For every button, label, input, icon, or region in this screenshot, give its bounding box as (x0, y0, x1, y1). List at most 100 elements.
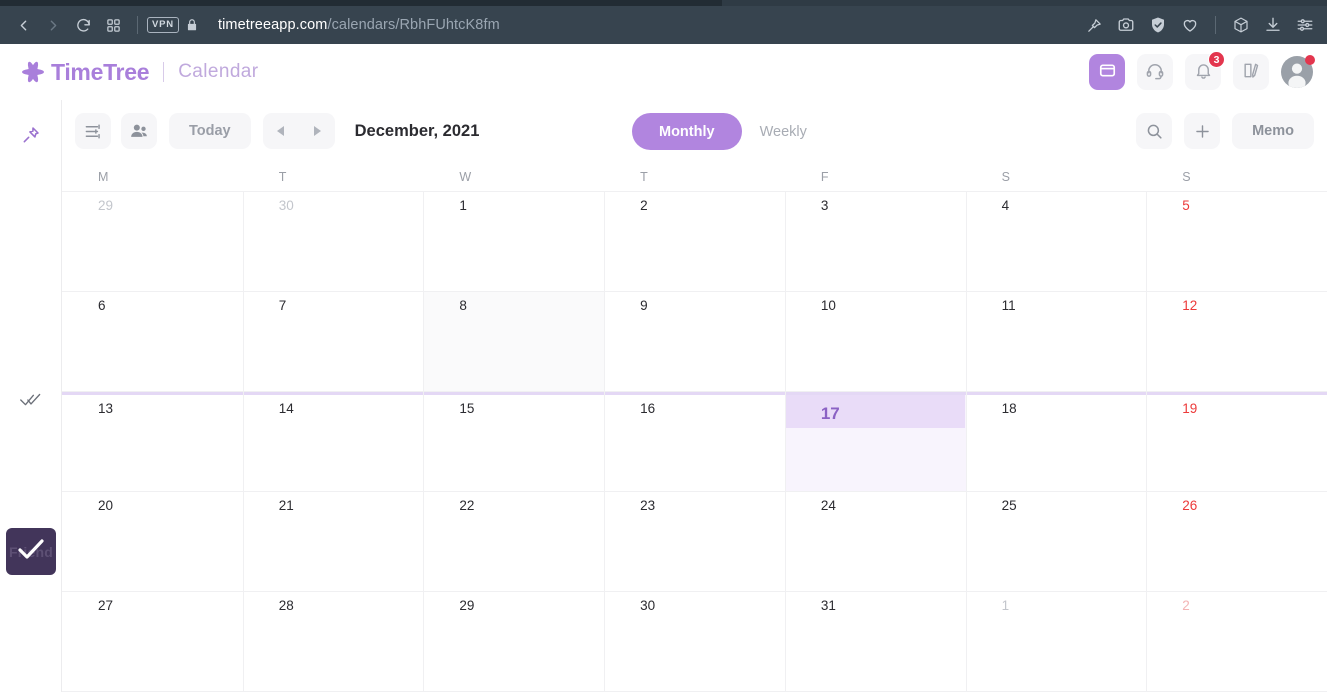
memo-button[interactable]: Memo (1232, 113, 1314, 149)
brand-name: TimeTree (51, 58, 150, 85)
day-number: 26 (1182, 498, 1198, 513)
lock-icon[interactable] (179, 10, 205, 40)
day-number: 31 (820, 598, 836, 613)
people-icon[interactable] (121, 113, 157, 149)
month-title: December, 2021 (354, 121, 480, 140)
day-number: 17 (820, 404, 840, 423)
day-number: 28 (278, 598, 294, 613)
friend-chip[interactable]: Friend (6, 528, 56, 575)
day-number: 6 (98, 298, 106, 313)
filter-sliders-icon[interactable] (75, 113, 111, 149)
calendar-week-row: 29 30 1 2 3 4 5 (62, 192, 1327, 292)
notifications-button[interactable]: 3 (1185, 51, 1225, 90)
toolbar-actions: Memo (1136, 113, 1314, 149)
day-number: 25 (1001, 498, 1017, 513)
calendar-toolbar: Today December, 2021 Monthly Weekly Memo (62, 100, 1327, 162)
day-cell[interactable]: 31 (785, 592, 966, 691)
day-cell[interactable]: 29 (62, 192, 243, 291)
day-cell[interactable]: 26 (1146, 492, 1327, 591)
day-cell[interactable]: 20 (62, 492, 243, 591)
header-actions: 3 (1089, 44, 1315, 100)
notes-button[interactable] (1233, 54, 1269, 90)
day-number: 30 (640, 598, 656, 613)
day-number: 29 (459, 598, 475, 613)
avatar[interactable] (1281, 55, 1315, 88)
next-month-button[interactable] (299, 113, 335, 149)
plus-icon[interactable] (1184, 113, 1221, 149)
day-cell[interactable]: 12 (1146, 292, 1327, 391)
day-cell[interactable]: 1 (423, 192, 604, 291)
brand-logo[interactable]: TimeTree Calendar (20, 44, 259, 100)
tab-weekly[interactable]: Weekly (760, 124, 807, 140)
day-cell[interactable]: 23 (604, 492, 785, 591)
brand-divider (163, 62, 165, 82)
column-divider (965, 192, 967, 692)
day-cell[interactable]: 27 (62, 592, 243, 691)
day-cell[interactable]: 6 (62, 292, 243, 391)
day-cell[interactable]: 13 (62, 395, 243, 491)
day-cell[interactable]: 17 (784, 395, 966, 491)
day-cell[interactable]: 5 (1146, 192, 1327, 291)
day-number: 29 (98, 198, 114, 213)
day-number: 15 (459, 401, 475, 416)
day-cell[interactable]: 11 (966, 292, 1147, 391)
day-cell[interactable]: 16 (604, 395, 785, 491)
month-nav-group (262, 113, 335, 149)
day-cell[interactable]: 30 (243, 192, 424, 291)
day-cell[interactable]: 1 (966, 592, 1147, 691)
double-check-icon[interactable] (16, 388, 46, 412)
download-icon[interactable] (1257, 10, 1289, 40)
brand-subtitle: Calendar (178, 61, 259, 82)
day-cell[interactable]: 18 (966, 395, 1147, 491)
day-cell[interactable]: 19 (1146, 395, 1327, 491)
day-cell[interactable]: 24 (785, 492, 966, 591)
heart-icon[interactable] (1174, 10, 1206, 40)
browser-chrome: VPN timetreeapp.com/calendars/RbhFUhtcK8… (0, 0, 1327, 44)
day-cell[interactable]: 4 (966, 192, 1147, 291)
vpn-badge[interactable]: VPN (147, 17, 179, 33)
day-cell[interactable]: 7 (243, 292, 424, 391)
cube-icon[interactable] (1225, 10, 1257, 40)
prev-month-button[interactable] (263, 113, 299, 149)
grid-icon[interactable] (98, 10, 128, 40)
day-cell[interactable]: 9 (604, 292, 785, 391)
pin-icon[interactable] (16, 120, 46, 150)
support-button[interactable] (1137, 54, 1173, 90)
back-icon[interactable] (8, 10, 38, 40)
day-number: 2 (640, 198, 648, 213)
day-cell[interactable]: 22 (423, 492, 604, 591)
day-cell[interactable]: 3 (785, 192, 966, 291)
calendar-week-row: 20 21 22 23 24 25 26 (62, 492, 1327, 592)
column-divider (604, 192, 606, 692)
day-number: 7 (278, 298, 287, 313)
today-button[interactable]: Today (169, 113, 251, 149)
day-cell[interactable]: 28 (243, 592, 424, 691)
tab-monthly[interactable]: Monthly (632, 113, 742, 150)
day-cell[interactable]: 15 (423, 395, 604, 491)
camera-icon[interactable] (1110, 10, 1142, 40)
search-icon[interactable] (1136, 113, 1173, 149)
url-display[interactable]: timetreeapp.com/calendars/RbhFUhtcK8fm (218, 17, 500, 33)
day-number: 27 (98, 598, 114, 613)
day-cell[interactable]: 30 (604, 592, 785, 691)
day-cell[interactable]: 21 (243, 492, 424, 591)
pin-edit-icon[interactable] (1078, 10, 1110, 40)
day-cell[interactable]: 14 (243, 395, 424, 491)
url-path: /calendars/RbhFUhtcK8fm (327, 17, 500, 33)
calendar-week-row: 13 14 15 16 17 18 19 (62, 392, 1327, 492)
day-cell[interactable]: 29 (423, 592, 604, 691)
day-cell[interactable]: 25 (966, 492, 1147, 591)
forward-icon[interactable] (38, 10, 68, 40)
day-cell[interactable]: 2 (604, 192, 785, 291)
day-cell[interactable]: 2 (1146, 592, 1327, 691)
calendar-view-button[interactable] (1089, 54, 1125, 90)
chrome-divider (137, 16, 138, 34)
day-number: 3 (820, 198, 829, 213)
day-cell[interactable]: 10 (785, 292, 966, 391)
day-cell[interactable]: 8 (423, 292, 605, 391)
day-number: 16 (640, 401, 656, 416)
calendar-week-row: 6 7 8 9 10 11 12 (62, 292, 1327, 392)
reload-icon[interactable] (68, 10, 98, 40)
shield-check-icon[interactable] (1142, 10, 1174, 40)
settings-sliders-icon[interactable] (1289, 10, 1321, 40)
